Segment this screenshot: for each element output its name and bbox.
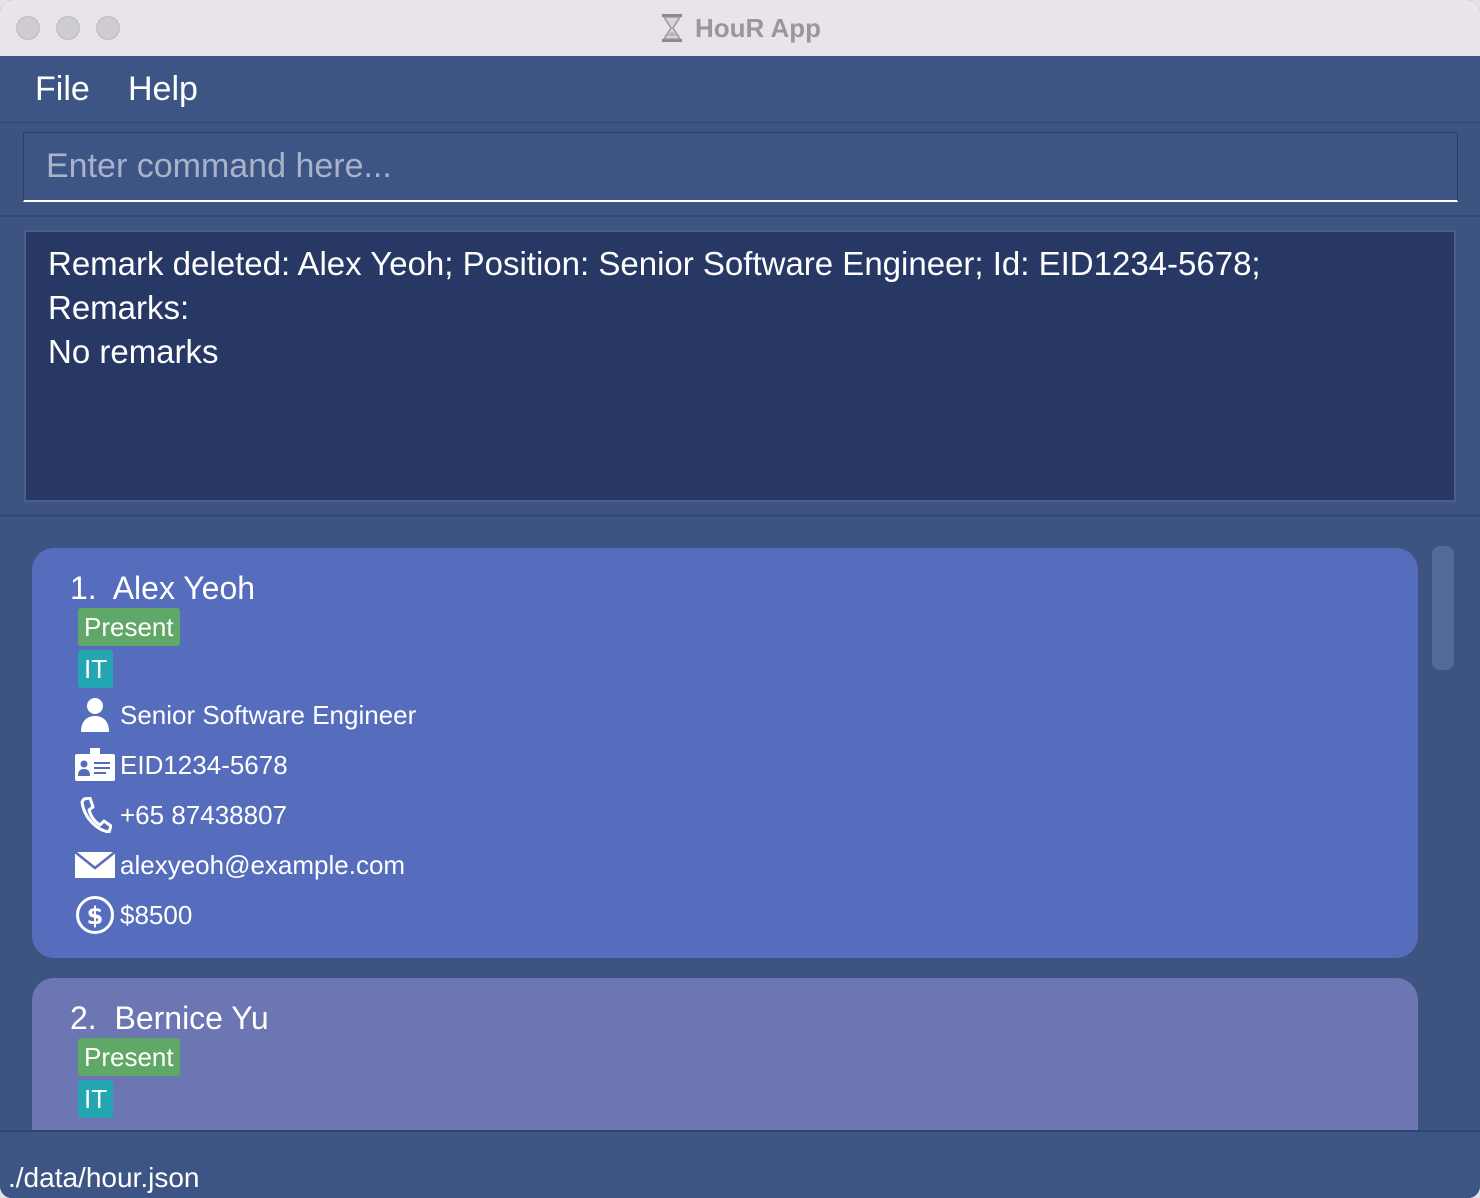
svg-text:$: $ [87, 902, 104, 930]
hourglass-icon [661, 14, 682, 42]
phone-row: +65 87438807 [74, 793, 287, 837]
status-tag: Present [78, 1038, 180, 1076]
divider [0, 215, 1480, 217]
phone-icon [74, 794, 116, 836]
email-text: alexyeoh@example.com [120, 849, 406, 880]
salary-row: $ $8500 [74, 893, 192, 937]
window-title: HouR App [694, 12, 822, 43]
employee-name-line: 2. Bernice Yu [70, 998, 269, 1038]
position-row: Senior Software Engineer [74, 693, 416, 737]
salary-text: $8500 [120, 899, 193, 930]
divider [0, 514, 1480, 517]
employee-card[interactable]: 1. Alex Yeoh Present IT Senior Software … [32, 548, 1418, 958]
title-bar: HouR App [0, 0, 1480, 57]
result-line: Remark deleted: Alex Yeoh; Position: Sen… [48, 245, 1261, 282]
status-bar: ./data/hour.json [0, 1130, 1480, 1198]
person-icon [74, 694, 116, 736]
envelope-icon [74, 844, 116, 886]
result-line: Remarks: [48, 289, 190, 326]
employee-name-line: 1. Alex Yeoh [70, 568, 255, 608]
menu-file[interactable]: File [35, 66, 90, 112]
department-tag: IT [78, 650, 114, 688]
status-tag: Present [78, 608, 180, 646]
result-line: No remarks [48, 333, 219, 370]
employee-index: 2. [70, 1000, 97, 1036]
list-scrollbar[interactable] [1432, 546, 1454, 670]
employee-id-text: EID1234-5678 [120, 749, 288, 780]
id-row: EID1234-5678 [74, 743, 288, 787]
employee-name: Alex Yeoh [112, 570, 256, 606]
department-tag: IT [78, 1080, 114, 1118]
menu-help[interactable]: Help [128, 66, 198, 112]
email-row: alexyeoh@example.com [74, 843, 405, 887]
employee-index: 1. [70, 570, 97, 606]
command-input[interactable] [24, 133, 1457, 200]
phone-text: +65 87438807 [120, 799, 288, 830]
employee-name: Bernice Yu [114, 1000, 269, 1036]
result-text: Remark deleted: Alex Yeoh; Position: Sen… [48, 242, 1434, 374]
dollar-coin-icon: $ [74, 894, 116, 936]
id-card-icon [74, 744, 116, 786]
employee-card[interactable]: 2. Bernice Yu Present IT [32, 978, 1418, 1130]
result-display: Remark deleted: Alex Yeoh; Position: Sen… [24, 230, 1456, 502]
command-box [23, 132, 1458, 202]
position-text: Senior Software Engineer [120, 699, 417, 730]
menu-bar: File Help [0, 56, 1480, 123]
employee-list[interactable]: 1. Alex Yeoh Present IT Senior Software … [0, 518, 1480, 1130]
save-location-text: ./data/hour.json [8, 1162, 200, 1193]
app-window: HouR App File Help Remark deleted: Alex … [0, 0, 1480, 1198]
